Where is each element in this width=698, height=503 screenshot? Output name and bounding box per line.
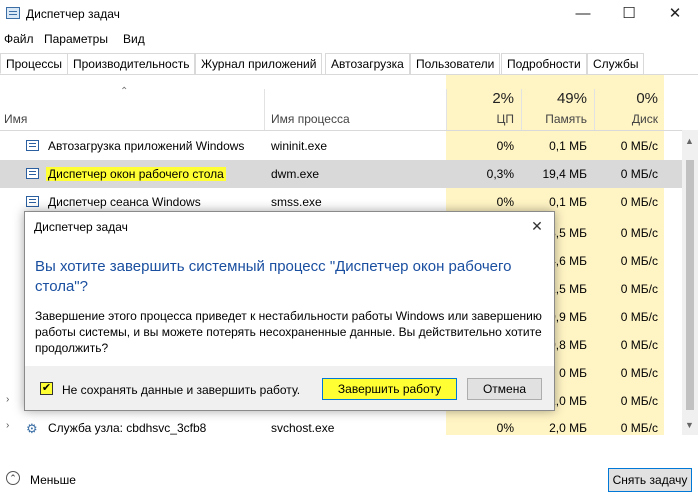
process-exe: svchost.exe — [271, 421, 335, 435]
maximize-button[interactable]: ☐ — [606, 0, 652, 28]
process-disk: 0 МБ/с — [620, 366, 658, 380]
table-row-selected[interactable]: Диспетчер окон рабочего стола dwm.exe 0,… — [0, 160, 682, 188]
process-disk: 0 МБ/с — [620, 421, 658, 435]
tab-users[interactable]: Пользователи — [410, 53, 501, 74]
process-disk: 0 МБ/с — [620, 167, 658, 181]
shutdown-button[interactable]: Завершить работу — [322, 378, 457, 400]
scroll-up-icon[interactable]: ▲ — [685, 136, 694, 146]
dialog-heading: Вы хотите завершить системный процесс "Д… — [35, 258, 512, 295]
process-exe: dwm.exe — [271, 167, 320, 181]
process-name: Служба узла: cbdhsvc_3cfb8 — [48, 421, 207, 435]
window-title: Диспетчер задач — [26, 7, 120, 21]
memory-total: 49% — [556, 90, 587, 107]
process-disk: 0 МБ/с — [620, 338, 658, 352]
fewer-details-link[interactable]: Меньше — [30, 473, 76, 487]
table-row[interactable]: Автозагрузка приложений Windows wininit.… — [0, 132, 682, 160]
service-gear-icon: ⚙ — [26, 421, 38, 436]
process-window-icon — [26, 140, 39, 151]
menu-file[interactable]: Файл — [4, 32, 34, 46]
process-cpu: 0% — [496, 421, 514, 435]
disk-total: 0% — [636, 90, 658, 107]
scrollbar-thumb[interactable] — [686, 160, 694, 410]
confirm-dialog: Диспетчер задач ✕ Вы хотите завершить си… — [24, 211, 555, 411]
tab-details[interactable]: Подробности — [501, 53, 587, 74]
process-name: Диспетчер сеанса Windows — [48, 195, 201, 209]
process-window-icon — [26, 196, 39, 207]
process-exe: smss.exe — [271, 195, 322, 209]
column-cpu[interactable]: ЦП — [446, 112, 514, 126]
sort-chevron-icon: ⌃ — [120, 86, 129, 97]
process-disk: 0 МБ/с — [620, 139, 658, 153]
process-disk: 0 МБ/с — [620, 282, 658, 296]
column-disk[interactable]: Диск — [594, 112, 658, 126]
tab-services[interactable]: Службы — [587, 53, 645, 74]
fewer-details-icon[interactable]: ⌃ — [6, 471, 20, 485]
menu-view[interactable]: Вид — [123, 32, 145, 46]
process-disk: 0 МБ/с — [620, 254, 658, 268]
column-name[interactable]: Имя — [4, 112, 27, 126]
process-disk: 0 МБ/с — [620, 226, 658, 240]
process-cpu: 0% — [496, 139, 514, 153]
expand-chevron-icon[interactable]: › — [6, 420, 9, 431]
abandon-data-checkbox[interactable]: ✔ — [40, 382, 53, 395]
column-process-name[interactable]: Имя процесса — [271, 112, 350, 126]
vertical-scrollbar[interactable]: ▲ ▼ — [682, 130, 698, 435]
cpu-total: 2% — [492, 90, 514, 107]
table-row[interactable]: › ⚙ Служба узла: cbdhsvc_3cfb8 svchost.e… — [0, 414, 682, 442]
tab-processes[interactable]: Процессы — [0, 53, 69, 74]
cancel-button[interactable]: Отмена — [467, 378, 542, 400]
process-memory: 19,4 МБ — [542, 167, 587, 181]
process-cpu: 0,3% — [486, 167, 514, 181]
process-memory: 0,1 МБ — [549, 195, 587, 209]
process-name: Диспетчер окон рабочего стола — [46, 167, 226, 181]
dialog-close-icon[interactable]: ✕ — [522, 212, 552, 241]
column-divider — [264, 89, 265, 130]
minimize-button[interactable]: — — [560, 0, 606, 28]
close-button[interactable]: ✕ — [652, 0, 698, 28]
dialog-message: Завершение этого процесса приведет к нес… — [35, 309, 542, 355]
tab-startup[interactable]: Автозагрузка — [325, 53, 410, 74]
bottom-bar — [0, 463, 698, 503]
dialog-title: Диспетчер задач — [34, 220, 128, 234]
process-disk: 0 МБ/с — [620, 394, 658, 408]
process-name: Автозагрузка приложений Windows — [48, 139, 245, 153]
scroll-down-icon[interactable]: ▼ — [685, 420, 694, 430]
column-memory[interactable]: Память — [521, 112, 587, 126]
tab-app-history[interactable]: Журнал приложений — [195, 53, 323, 74]
process-window-icon — [26, 168, 39, 179]
process-cpu: 0% — [496, 195, 514, 209]
checkbox-label[interactable]: Не сохранять данные и завершить работу. — [62, 383, 300, 397]
process-memory: 2,0 МБ — [549, 421, 587, 435]
tab-performance[interactable]: Производительность — [67, 53, 196, 74]
task-manager-app-icon — [6, 7, 20, 19]
process-exe: wininit.exe — [271, 139, 328, 153]
process-disk: 0 МБ/с — [620, 310, 658, 324]
expand-chevron-icon[interactable]: › — [6, 394, 9, 405]
end-task-button[interactable]: Снять задачу — [608, 468, 692, 492]
process-disk: 0 МБ/с — [620, 195, 658, 209]
process-memory: 0,1 МБ — [549, 139, 587, 153]
menu-options[interactable]: Параметры — [44, 32, 108, 46]
